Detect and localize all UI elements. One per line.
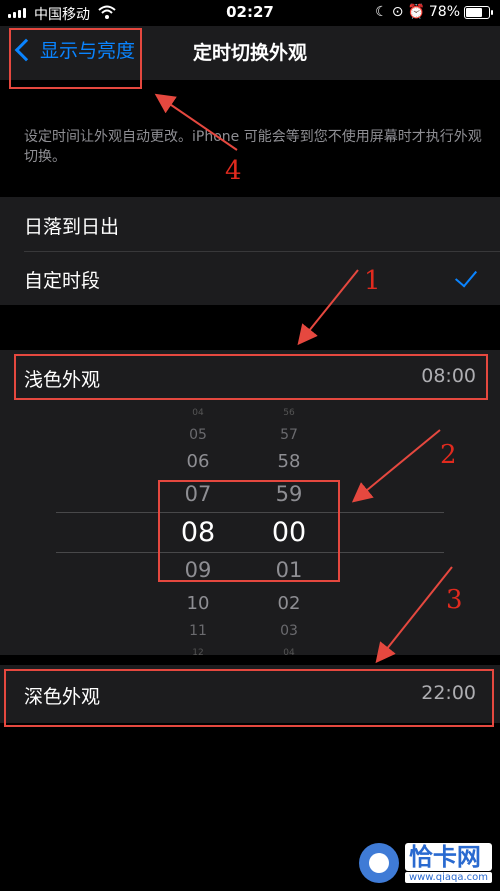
annotation-arrows <box>154 93 453 664</box>
annotation-label-3: 3 <box>446 585 463 615</box>
arrow-2 <box>351 429 441 503</box>
watermark-logo-icon <box>358 843 399 883</box>
annotation-label-1: 1 <box>364 266 381 296</box>
arrow-4 <box>154 93 238 151</box>
watermark-main: 恰卡网 <box>404 843 492 871</box>
watermark-sub: www.qiaqa.com <box>404 872 492 883</box>
arrow-1 <box>297 269 359 346</box>
arrow-3 <box>375 566 453 664</box>
watermark: 恰卡网 www.qiaqa.com <box>358 843 492 883</box>
annotation-label-2: 2 <box>440 440 457 470</box>
annotation-label-4: 4 <box>225 156 242 186</box>
